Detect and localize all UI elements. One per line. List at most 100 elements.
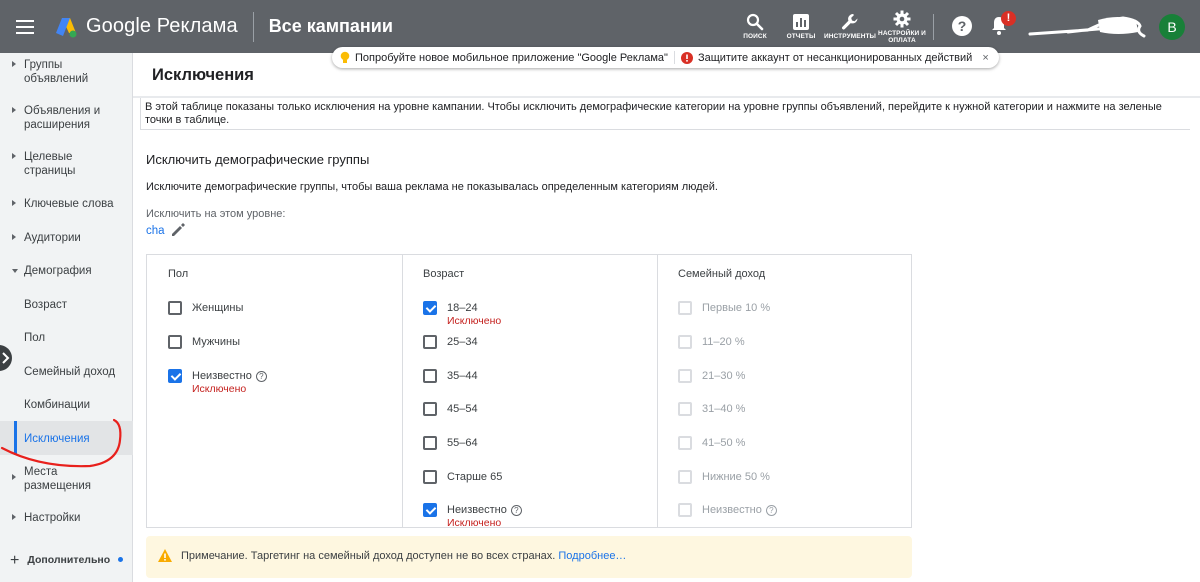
sidebar: Группы объявлений Объявления и расширения … <box>0 53 133 582</box>
sidebar-item-audiences[interactable]: Аудитории <box>0 231 133 247</box>
sidebar-item-label: Объявления и <box>24 105 101 117</box>
checkbox-disabled <box>678 402 692 416</box>
account-avatar[interactable]: B <box>1159 14 1185 40</box>
section-description: Исключите демографические группы, чтобы … <box>146 181 718 193</box>
checkbox[interactable] <box>423 335 437 349</box>
header-divider-2 <box>933 14 934 40</box>
checkbox[interactable] <box>423 470 437 484</box>
sidebar-item-keywords[interactable]: Ключевые слова <box>0 197 133 213</box>
option-label: Нижние 50 % <box>702 471 770 483</box>
level-value-link[interactable]: cha <box>146 225 165 237</box>
checkbox-checked[interactable] <box>423 503 437 517</box>
notification-badge: ! <box>1001 11 1016 26</box>
checkbox-disabled <box>678 301 692 315</box>
sidebar-item-demographics[interactable]: Демография <box>0 264 133 280</box>
search-tool-button[interactable]: ПОИСК <box>732 0 778 53</box>
option-label: 41–50 % <box>702 437 746 449</box>
option-label: Первые 10 % <box>702 302 771 314</box>
expand-arrow-icon <box>12 61 16 67</box>
top-app-bar: Google Реклама Все кампании ПОИСК ОТЧЕТЫ… <box>0 0 1200 53</box>
warning-icon <box>158 549 172 562</box>
close-icon[interactable]: × <box>982 52 988 64</box>
mobile-app-notice[interactable]: Попробуйте новое мобильное приложение "G… <box>355 52 668 64</box>
collapse-arrow-icon <box>12 269 18 273</box>
help-circle-icon[interactable]: ? <box>765 505 777 516</box>
sidebar-item-household-income[interactable]: Семейный доход <box>0 365 133 381</box>
checkbox-disabled <box>678 335 692 349</box>
checkbox-disabled <box>678 436 692 450</box>
brand-name[interactable]: Google Реклама <box>86 15 238 38</box>
learn-more-link[interactable]: Подробнее… <box>558 550 626 562</box>
sidebar-item-label: Аудитории <box>24 232 81 244</box>
settings-tool-label: НАСТРОЙКИ И ОПЛАТА <box>878 29 926 44</box>
option-label: 55–64 <box>447 437 478 449</box>
menu-icon[interactable] <box>16 19 34 34</box>
sidebar-item-settings[interactable]: Настройки <box>0 511 133 527</box>
column-header: Возраст <box>423 268 465 280</box>
sidebar-item-combinations[interactable]: Комбинации <box>0 398 133 414</box>
pencil-icon[interactable] <box>170 222 186 238</box>
checkbox[interactable] <box>168 301 182 315</box>
sidebar-item-exclusions[interactable]: Исключения <box>0 421 133 455</box>
sidebar-item-ad-groups[interactable]: Группы объявлений <box>0 58 133 88</box>
option-label: 21–30 % <box>702 370 746 382</box>
header-page-name[interactable]: Все кампании <box>269 16 393 37</box>
column-header: Пол <box>168 268 189 280</box>
sidebar-item-label: Ключевые слова <box>24 198 114 210</box>
search-tool-label: ПОИСК <box>743 33 767 40</box>
demographics-exclusion-grid: Пол Женщины Мужчины Неизвестно? Исключен… <box>146 254 912 529</box>
sidebar-item-placements[interactable]: Места размещения <box>0 465 133 495</box>
header-divider <box>252 11 254 42</box>
help-circle-icon[interactable]: ? <box>510 505 522 516</box>
excluded-status: Исключено <box>447 517 502 529</box>
sidebar-item-ads-extensions[interactable]: Объявления и расширения <box>0 104 133 134</box>
sidebar-item-gender[interactable]: Пол <box>0 331 133 347</box>
reports-tool-label: ОТЧЕТЫ <box>786 33 816 40</box>
sidebar-item-label: Комбинации <box>24 399 91 411</box>
more-label: Дополнительно <box>27 554 111 566</box>
option-label: Мужчины <box>192 336 241 348</box>
checkbox[interactable] <box>423 369 437 383</box>
error-icon <box>680 51 693 64</box>
chevron-right-icon <box>2 352 10 364</box>
option-label: 35–44 <box>447 370 478 382</box>
more-button[interactable]: + Дополнительно <box>10 552 124 570</box>
reports-tool-button[interactable]: ОТЧЕТЫ <box>778 0 824 53</box>
help-circle-icon[interactable]: ? <box>255 371 267 382</box>
income-targeting-note: Примечание. Таргетинг на семейный доход … <box>146 536 912 578</box>
excluded-status: Исключено <box>192 383 247 395</box>
checkbox[interactable] <box>423 402 437 416</box>
redacted-account-scribble <box>1028 16 1146 38</box>
expand-arrow-icon <box>12 474 16 480</box>
gear-icon <box>893 10 911 27</box>
checkbox-disabled <box>678 470 692 484</box>
help-icon[interactable]: ? <box>952 16 972 36</box>
reports-icon <box>793 14 809 30</box>
tools-tool-button[interactable]: ИНСТРУМЕНТЫ <box>824 0 876 53</box>
expand-arrow-icon <box>12 107 16 113</box>
checkbox[interactable] <box>168 335 182 349</box>
sidebar-item-age[interactable]: Возраст <box>0 298 133 314</box>
security-notice[interactable]: Защитите аккаунт от несанкционированных … <box>698 52 972 64</box>
sidebar-item-label: страницы <box>24 165 76 177</box>
sidebar-item-label: Исключения <box>24 433 90 445</box>
checkbox-checked[interactable] <box>168 369 182 383</box>
option-label: Неизвестно <box>192 370 252 382</box>
sidebar-item-label: Семейный доход <box>24 366 116 378</box>
expand-arrow-icon <box>12 153 16 159</box>
active-indicator <box>14 421 17 455</box>
checkbox[interactable] <box>423 436 437 450</box>
wrench-icon <box>842 14 858 30</box>
new-dot-indicator <box>118 557 124 562</box>
option-label: Старше 65 <box>447 471 503 483</box>
checkbox-disabled <box>678 369 692 383</box>
checkbox-checked[interactable] <box>423 301 437 315</box>
sidebar-item-landing-pages[interactable]: Целевые страницы <box>0 150 133 180</box>
column-header: Семейный доход <box>678 268 766 280</box>
header-tools: ПОИСК ОТЧЕТЫ ИНСТРУМЕНТЫ НАСТРОЙКИ И ОПЛ… <box>732 0 928 53</box>
excluded-status: Исключено <box>447 315 502 327</box>
settings-tool-button[interactable]: НАСТРОЙКИ И ОПЛАТА <box>876 0 928 53</box>
expand-arrow-icon <box>12 200 16 206</box>
tools-tool-label: ИНСТРУМЕНТЫ <box>823 33 877 40</box>
sidebar-item-label: объявлений <box>24 73 89 85</box>
